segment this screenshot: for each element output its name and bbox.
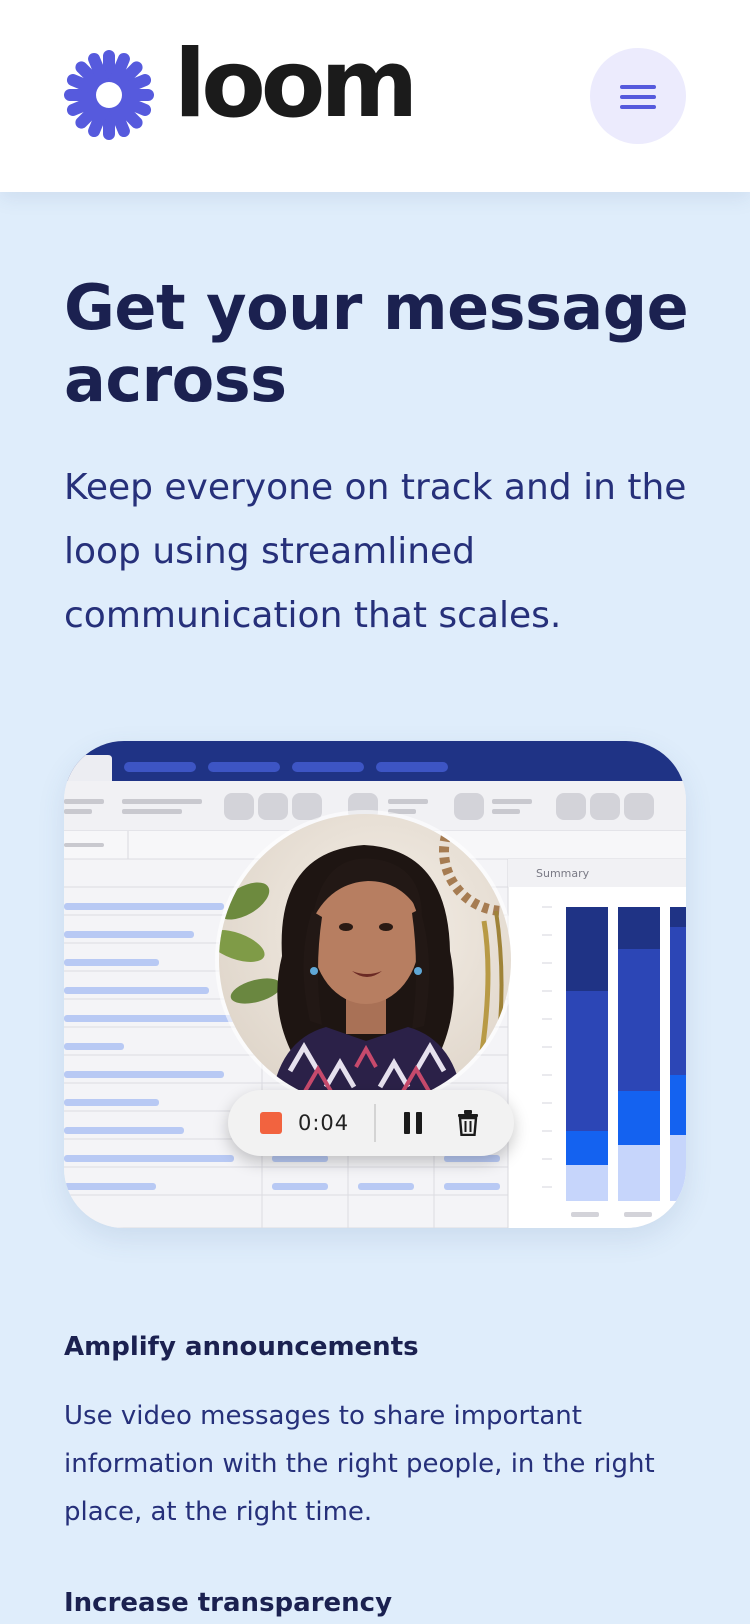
hero-subtitle: Keep everyone on track and in the loop u…: [64, 467, 687, 636]
loom-starburst-icon: [64, 50, 154, 140]
trash-icon[interactable]: [456, 1110, 480, 1136]
divider: [374, 1104, 376, 1142]
feature-title: Amplify announcements: [64, 1332, 419, 1362]
menu-button[interactable]: [590, 48, 686, 144]
hero-title: Get your message across: [64, 271, 689, 416]
recording-controls: 0:04: [228, 1090, 514, 1156]
site-header: loom: [0, 0, 750, 192]
feature-text: Use video messages to share important in…: [64, 1401, 655, 1527]
logo-wordmark: loom: [174, 30, 418, 139]
stop-icon[interactable]: [260, 1112, 282, 1134]
pause-icon[interactable]: [404, 1112, 422, 1134]
summary-panel-label: Summary: [536, 867, 590, 880]
feature-title: Increase transparency: [64, 1588, 393, 1618]
recording-timer: 0:04: [298, 1111, 350, 1135]
